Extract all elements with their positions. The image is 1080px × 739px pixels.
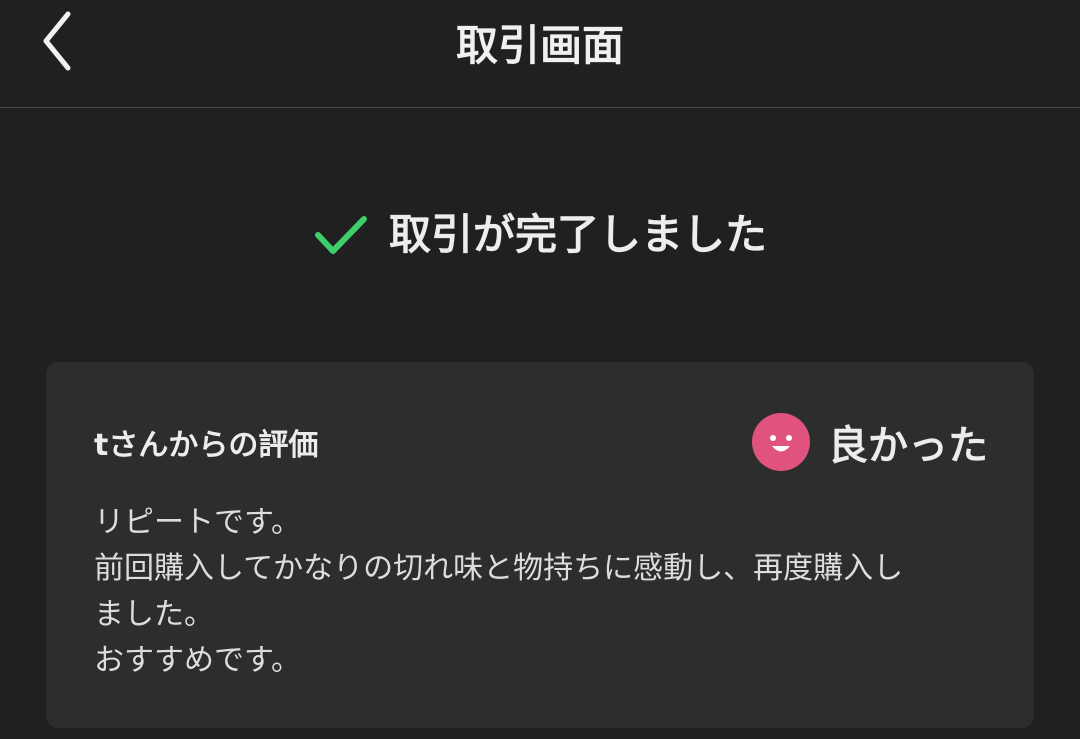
header-bar: 取引画面 [0, 0, 1080, 108]
review-header: tさんからの評価 良かった [94, 410, 988, 474]
comment-line: ました。 [94, 597, 214, 632]
reviewer-label: tさんからの評価 [94, 428, 319, 463]
page-title: 取引画面 [455, 21, 624, 70]
status-text: 取引が完了しました [388, 210, 767, 259]
comment-line: 前回購入してかなりの切れ味と物持ちに感動し、再度購入し [94, 551, 904, 586]
smile-face-icon [752, 413, 810, 471]
comment-line: おすすめです。 [94, 643, 301, 678]
comment-line: リピートです。 [94, 505, 301, 540]
checkmark-icon [314, 216, 367, 254]
rating-label: 良かった [828, 423, 988, 469]
review-comment: リピートです。 前回購入してかなりの切れ味と物持ちに感動し、再度購入し ました。… [94, 500, 986, 684]
review-card: tさんからの評価 良かった リピートです。 前回購入してかなりの切れ味と物持ちに… [46, 362, 1034, 728]
transaction-status: 取引が完了しました [0, 205, 1080, 265]
rating: 良かった [752, 413, 988, 471]
